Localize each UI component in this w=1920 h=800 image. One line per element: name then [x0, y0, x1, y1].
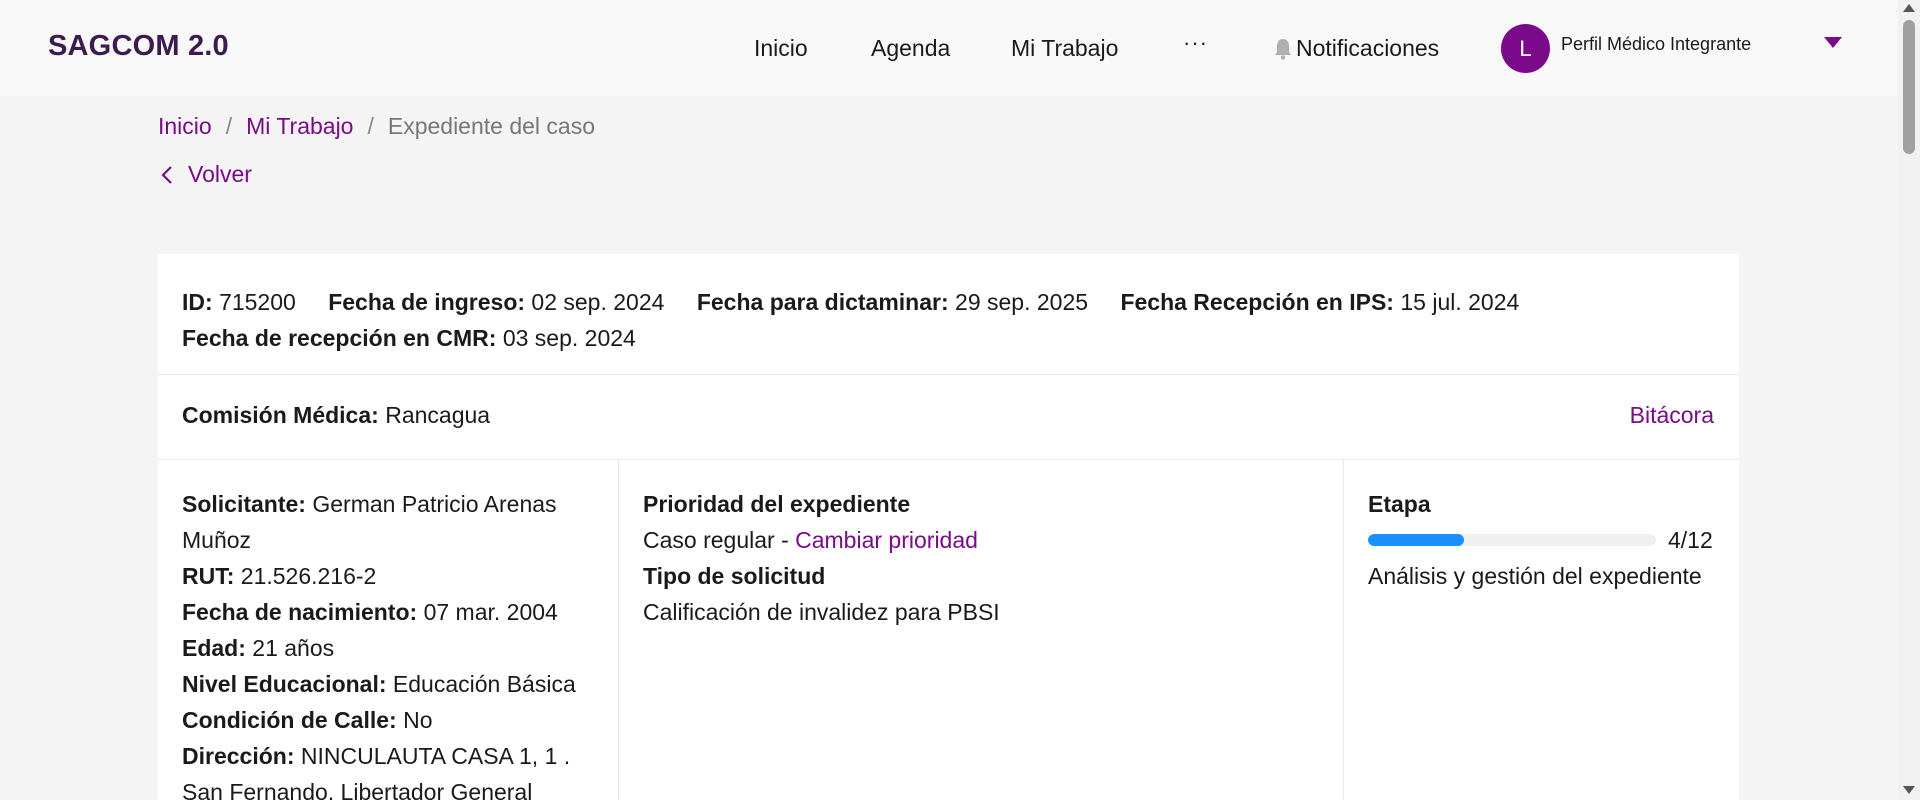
etapa-progress: 4/12 [1368, 522, 1728, 558]
avatar[interactable]: L [1501, 24, 1550, 73]
solicitante-direccion: Dirección: NINCULAUTA CASA 1, 1 . San Fe… [182, 743, 571, 800]
prioridad-value: Caso regular - Cambiar prioridad [643, 527, 978, 553]
fecha-cmr: Fecha de recepción en CMR: 03 sep. 2024 [182, 325, 636, 351]
top-navbar: SAGCOM 2.0 Inicio Agenda Mi Trabajo ··· … [0, 0, 1898, 96]
breadcrumb-current: Expediente del caso [387, 113, 596, 139]
page-scrollbar[interactable] [1898, 0, 1920, 800]
progress-track [1368, 534, 1656, 546]
notificaciones-label: Notificaciones [1296, 35, 1440, 61]
profile-name[interactable]: Perfil Médico Integrante [1561, 34, 1751, 55]
column-divider [1343, 460, 1344, 800]
breadcrumb-separator: / [367, 113, 374, 139]
divider [158, 374, 1739, 375]
solicitante-info: Solicitante: German Patricio Arenas Muño… [182, 486, 602, 800]
fecha-ips: Fecha Recepción en IPS: 15 jul. 2024 [1120, 289, 1520, 315]
breadcrumb-inicio[interactable]: Inicio [158, 113, 212, 140]
solicitante-nacimiento: Fecha de nacimiento: 07 mar. 2004 [182, 599, 558, 625]
back-label: Volver [188, 161, 252, 187]
divider [158, 459, 1739, 460]
scroll-up-icon[interactable] [1903, 4, 1915, 12]
case-card: ID: 715200 Fecha de ingreso: 02 sep. 202… [158, 254, 1739, 800]
solicitante-edad: Edad: 21 años [182, 635, 335, 661]
case-dates: ID: 715200 Fecha de ingreso: 02 sep. 202… [182, 284, 1722, 356]
solicitante-nombre: Solicitante: German Patricio Arenas Muño… [182, 491, 557, 553]
etapa-descripcion: Análisis y gestión del expediente [1368, 563, 1702, 589]
prioridad-label: Prioridad del expediente [643, 491, 911, 517]
etapa-label: Etapa [1368, 491, 1431, 517]
nav-mi-trabajo[interactable]: Mi Trabajo [1011, 35, 1118, 62]
solicitante-rut: RUT: 21.526.216-2 [182, 563, 377, 589]
solicitante-calle: Condición de Calle: No [182, 707, 433, 733]
progress-fill [1368, 534, 1464, 546]
bitacora-link[interactable]: Bitácora [1630, 402, 1714, 429]
case-id: ID: 715200 [182, 289, 296, 315]
breadcrumb: Inicio / Mi Trabajo / Expediente del cas… [158, 113, 595, 140]
caret-down-icon[interactable] [1824, 37, 1842, 48]
etapa-info: Etapa 4/12 Análisis y gestión del expedi… [1368, 486, 1728, 594]
fecha-ingreso: Fecha de ingreso: 02 sep. 2024 [328, 289, 665, 315]
chevron-left-icon [161, 165, 172, 184]
nav-agenda[interactable]: Agenda [871, 35, 950, 62]
bell-icon [1275, 38, 1291, 60]
solicitante-nivel: Nivel Educacional: Educación Básica [182, 671, 576, 697]
column-divider [618, 460, 619, 800]
scroll-thumb[interactable] [1903, 20, 1915, 154]
nav-notificaciones[interactable]: Notificaciones [1272, 35, 1439, 62]
tipo-solicitud-value: Calificación de invalidez para PBSI [643, 599, 1000, 625]
breadcrumb-separator: / [225, 113, 233, 139]
back-button[interactable]: Volver [160, 161, 252, 188]
nav-inicio[interactable]: Inicio [754, 35, 808, 62]
scroll-down-icon[interactable] [1903, 786, 1915, 794]
expediente-info: Prioridad del expediente Caso regular - … [643, 486, 1323, 630]
progress-label: 4/12 [1668, 527, 1713, 553]
app-brand[interactable]: SAGCOM 2.0 [48, 30, 229, 63]
nav-more-button[interactable]: ··· [1183, 30, 1208, 56]
comision-medica: Comisión Médica: Rancagua [182, 402, 491, 428]
tipo-solicitud-label: Tipo de solicitud [643, 563, 826, 589]
breadcrumb-mi-trabajo[interactable]: Mi Trabajo [246, 113, 353, 140]
fecha-dictaminar: Fecha para dictaminar: 29 sep. 2025 [696, 289, 1089, 315]
cambiar-prioridad-link[interactable]: Cambiar prioridad [795, 527, 978, 553]
